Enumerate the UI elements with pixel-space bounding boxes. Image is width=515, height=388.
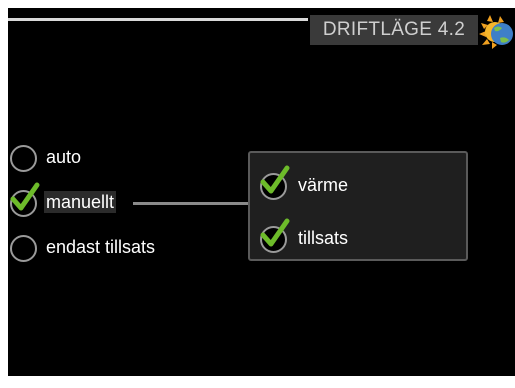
check-icon bbox=[10, 182, 40, 211]
display-screen: DRIFTLÄGE 4.2 auto manuellt endast tills… bbox=[8, 8, 515, 376]
radio-auto[interactable] bbox=[10, 145, 37, 172]
submenu-item-tillsats-label: tillsats bbox=[298, 228, 349, 248]
sun-icon bbox=[479, 15, 513, 49]
submenu-connector bbox=[133, 202, 248, 205]
option-manuellt-label: manuellt bbox=[44, 191, 117, 213]
option-endast-tillsats-label: endast tillsats bbox=[46, 237, 156, 257]
submenu-panel: värme tillsats bbox=[248, 151, 468, 261]
radio-endast-tillsats[interactable] bbox=[10, 235, 37, 262]
check-icon bbox=[260, 218, 290, 247]
option-manuellt[interactable]: manuellt bbox=[8, 182, 138, 220]
check-icon bbox=[260, 165, 290, 194]
title-divider bbox=[8, 18, 308, 21]
submenu-item-varme-label: värme bbox=[298, 175, 349, 195]
page-title: DRIFTLÄGE 4.2 bbox=[310, 15, 478, 45]
option-auto-label: auto bbox=[46, 147, 82, 167]
